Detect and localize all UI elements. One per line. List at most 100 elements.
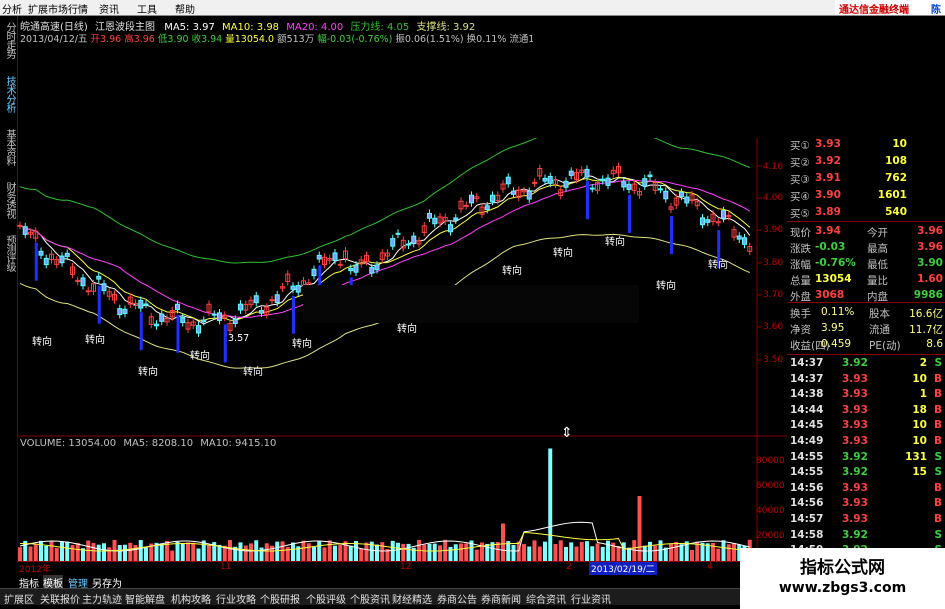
fund-label: 换手 <box>790 308 811 320</box>
bottom-tab[interactable]: 行业攻略 <box>216 591 256 606</box>
tab-rating[interactable]: 预测评级 <box>2 235 15 271</box>
volume-tick: 60000 <box>756 481 785 491</box>
order-book-row[interactable]: 买① 3.93 10 <box>787 137 945 153</box>
bottom-tab[interactable]: 券商新闻 <box>481 591 521 606</box>
candle-body <box>211 313 217 316</box>
tick-time: 14:55 <box>790 466 824 479</box>
volume-bar <box>548 448 553 561</box>
candle-body <box>589 187 595 190</box>
bottom-tab[interactable]: 个股评级 <box>306 591 346 606</box>
stat-label: 涨跌 <box>790 243 811 255</box>
volume-bar <box>207 544 211 561</box>
stat-value: 3.96 <box>917 241 943 253</box>
bottom-tab[interactable]: 综合资讯 <box>526 591 566 606</box>
volume-bar <box>70 545 75 561</box>
order-book-row[interactable]: 买③ 3.91 762 <box>787 171 945 187</box>
menu-info[interactable]: 资讯 <box>99 1 119 16</box>
candle-body <box>17 224 23 227</box>
promo-text: 通达信金融终端 <box>839 5 909 16</box>
candle-body <box>621 181 627 188</box>
candle-body <box>101 283 107 292</box>
fund-value: 0.11% <box>821 306 855 318</box>
bottom-tab[interactable]: 智能解盘 <box>125 591 165 606</box>
volume-bar <box>175 541 180 561</box>
stat-value: 3068 <box>815 289 845 301</box>
volume-bar <box>259 547 264 561</box>
candle-body <box>159 313 165 322</box>
volume-bar <box>721 540 726 561</box>
order-book-row[interactable]: 买⑤ 3.89 540 <box>787 205 945 221</box>
stat-label: 最高 <box>867 243 888 255</box>
candle-body <box>80 277 86 287</box>
volume-bar <box>180 543 185 561</box>
volume-bar <box>102 543 106 561</box>
tab-basic-info[interactable]: 基本资料 <box>2 129 15 165</box>
bottom-tab[interactable]: 扩展区 <box>4 591 34 606</box>
menu-analysis[interactable]: 分析 <box>2 1 22 16</box>
volume-bar <box>438 545 442 561</box>
order-book-row[interactable]: 买④ 3.90 1601 <box>787 188 945 204</box>
bottom-tab[interactable]: 主力轨迹 <box>82 591 122 606</box>
tick-price: 3.93 <box>842 513 868 525</box>
volume-bar <box>75 543 80 561</box>
candle-body <box>700 217 705 226</box>
tick-side: B <box>933 372 942 385</box>
candle-body <box>490 194 495 202</box>
volume-bar <box>133 545 138 561</box>
candle-body <box>705 219 711 223</box>
candle-body <box>238 303 243 311</box>
bottom-tab[interactable]: 财经精选 <box>392 591 432 606</box>
tick-row: 14:49 3.93 10 B <box>787 434 945 450</box>
tick-row: 14:37 3.92 2 S <box>787 356 945 372</box>
bottom-tab[interactable]: 券商公告 <box>437 591 477 606</box>
signal-bar <box>223 324 227 363</box>
volume-bar <box>128 542 133 561</box>
promo-banner[interactable]: 通达信金融终端 陈 <box>835 0 945 16</box>
candle-body <box>411 235 417 245</box>
candle-body <box>742 237 747 245</box>
volume-bar <box>406 543 411 561</box>
tick-row: 14:55 3.92 15 S <box>787 465 945 481</box>
tick-price: 3.93 <box>842 419 868 432</box>
tick-price: 3.92 <box>842 357 868 369</box>
volume-bar <box>144 547 148 561</box>
tab-intraday[interactable]: 分时走势 <box>2 22 15 58</box>
tab-financial[interactable]: 财务透视 <box>2 182 15 218</box>
volume-bar <box>243 545 248 561</box>
menu-help[interactable]: 帮助 <box>175 1 195 16</box>
candle-body <box>180 317 186 324</box>
bottom-tab[interactable]: 个股资讯 <box>350 591 390 606</box>
bid-label: 买⑤ <box>790 208 810 220</box>
volume-bar <box>658 540 663 561</box>
bid-label: 买② <box>790 157 810 169</box>
order-book-row[interactable]: 买② 3.92 108 <box>787 154 945 170</box>
candle-body <box>117 308 123 316</box>
menu-tools[interactable]: 工具 <box>137 1 157 16</box>
candle-body <box>295 285 301 293</box>
candle-body <box>511 190 516 195</box>
bottom-tab[interactable]: 行业资讯 <box>571 591 611 606</box>
tick-volume: 1 <box>919 388 927 401</box>
menu-extended-market[interactable]: 扩展市场行情 <box>28 1 88 16</box>
volume-bar <box>228 539 232 561</box>
bottom-tab[interactable]: 个股研报 <box>260 591 300 606</box>
candle-body <box>463 204 469 207</box>
tick-row: 14:55 3.92 131 S <box>787 450 945 466</box>
tab-technical-analysis[interactable]: 技术分析 <box>2 76 15 112</box>
volume-bar <box>322 547 327 561</box>
volume-bar <box>65 541 70 561</box>
bottom-tab[interactable]: 机构攻略 <box>171 591 211 606</box>
tick-side: S <box>934 357 942 369</box>
time-axis-label: 2 <box>566 562 572 572</box>
turn-label: 转向 <box>502 266 522 277</box>
volume-bar <box>333 545 337 561</box>
candle-body <box>600 178 606 182</box>
volume-bar <box>595 543 600 561</box>
turn-label: 转向 <box>605 237 625 248</box>
bottom-tab[interactable]: 关联报价 <box>40 591 80 606</box>
candle-body <box>175 303 180 310</box>
signal-bar <box>292 295 295 334</box>
candle-body <box>22 226 28 235</box>
menu-bar: 分析 扩展市场行情 资讯 工具 帮助 通达信金融终端 陈 <box>0 0 945 16</box>
volume-bar <box>312 546 316 561</box>
